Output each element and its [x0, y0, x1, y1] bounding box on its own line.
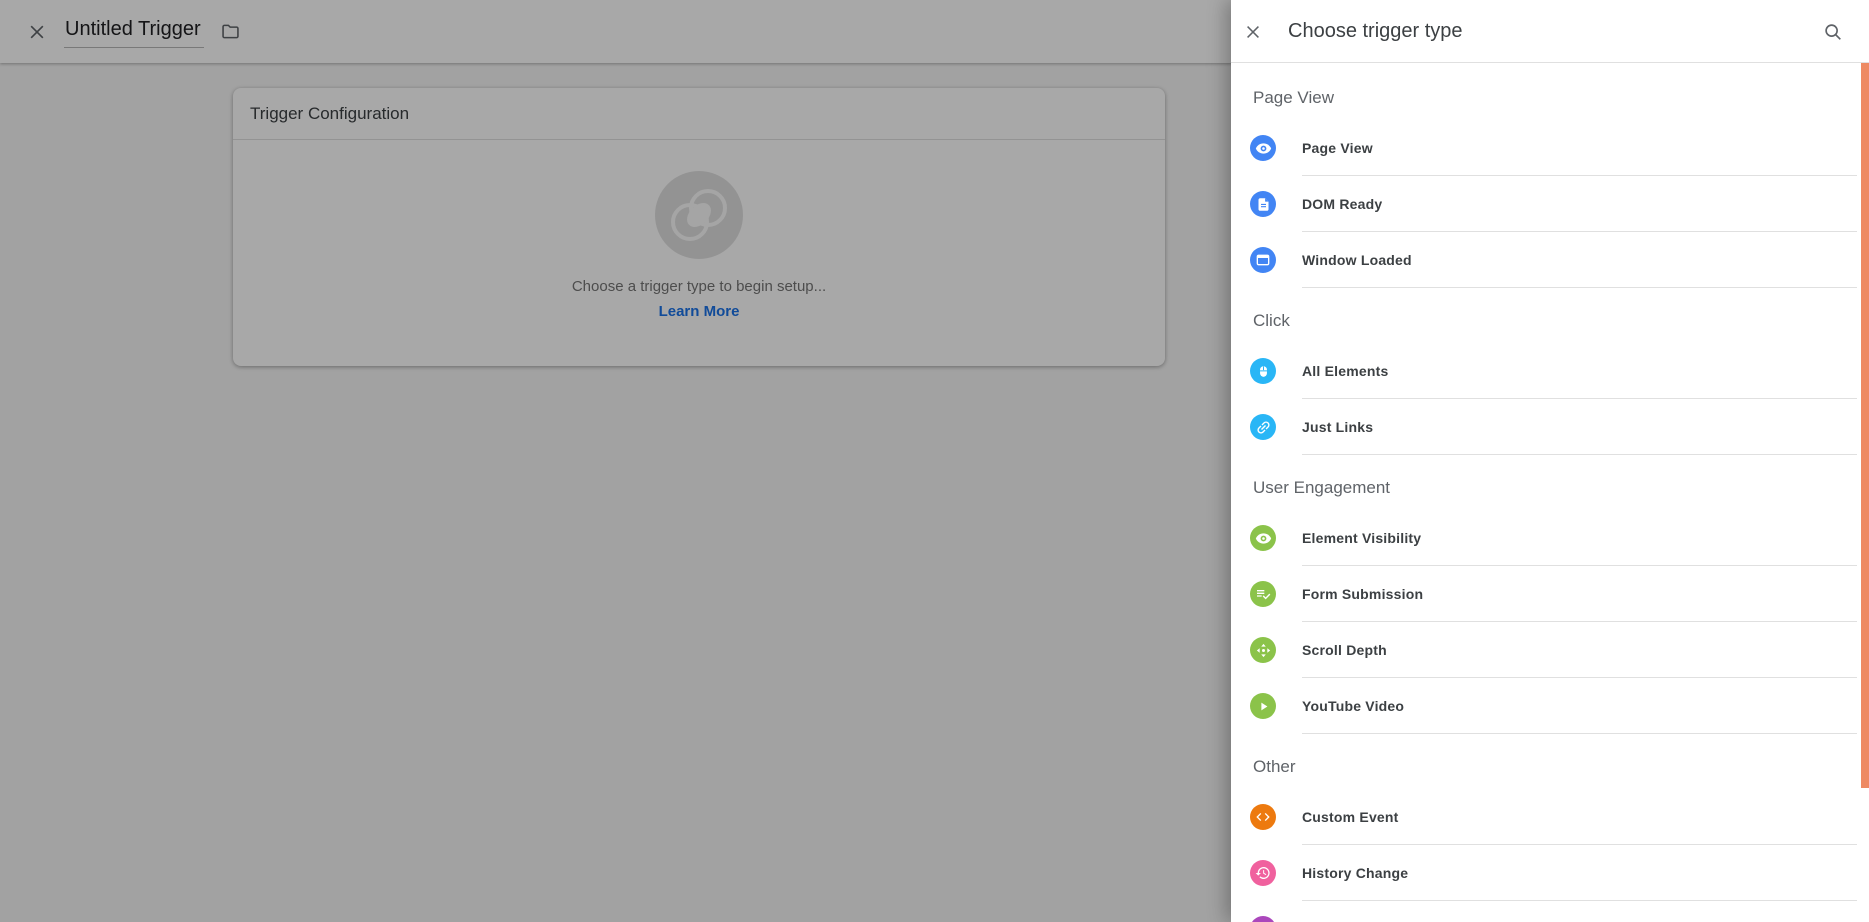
play-icon [1250, 693, 1276, 719]
trigger-item-scroll-depth[interactable]: Scroll Depth [1231, 622, 1869, 678]
trigger-item-youtube-video[interactable]: YouTube Video [1231, 678, 1869, 734]
section-title: Click [1231, 310, 1869, 332]
trigger-section: Click All Elements Just Links [1231, 310, 1869, 455]
trigger-item-label: All Elements [1302, 363, 1388, 379]
trigger-section: User Engagement Element Visibility Form … [1231, 477, 1869, 734]
trigger-item-partial[interactable] [1231, 901, 1869, 922]
section-title: Other [1231, 756, 1869, 778]
trigger-item-all-elements[interactable]: All Elements [1231, 343, 1869, 399]
partial-circle-icon [1250, 916, 1276, 922]
trigger-item-history-change[interactable]: History Change [1231, 845, 1869, 901]
link-icon [1250, 414, 1276, 440]
trigger-item-element-visibility[interactable]: Element Visibility [1231, 510, 1869, 566]
trigger-item-label: DOM Ready [1302, 196, 1382, 212]
trigger-item-label: Element Visibility [1302, 530, 1421, 546]
trigger-item-label: Just Links [1302, 419, 1373, 435]
mouse-icon [1250, 358, 1276, 384]
panel-header: Choose trigger type [1231, 0, 1869, 63]
trigger-item-label: Window Loaded [1302, 252, 1412, 268]
trigger-item-page-view[interactable]: Page View [1231, 120, 1869, 176]
trigger-section: Page View Page View DOM Ready Window Loa… [1231, 87, 1869, 288]
choose-trigger-type-panel: Choose trigger type Page View Page View … [1231, 0, 1869, 922]
trigger-item-custom-event[interactable]: Custom Event [1231, 789, 1869, 845]
form-check-icon [1250, 581, 1276, 607]
close-icon[interactable] [1240, 19, 1266, 45]
trigger-item-label: Page View [1302, 140, 1373, 156]
history-icon [1250, 860, 1276, 886]
section-title: User Engagement [1231, 477, 1869, 499]
trigger-item-label: Form Submission [1302, 586, 1423, 602]
trigger-item-form-submission[interactable]: Form Submission [1231, 566, 1869, 622]
search-icon[interactable] [1820, 19, 1846, 45]
code-icon [1250, 804, 1276, 830]
section-title: Page View [1231, 87, 1869, 109]
panel-title: Choose trigger type [1288, 0, 1463, 63]
trigger-type-list: Page View Page View DOM Ready Window Loa… [1231, 64, 1869, 922]
trigger-item-dom-ready[interactable]: DOM Ready [1231, 176, 1869, 232]
trigger-item-label: Custom Event [1302, 809, 1399, 825]
trigger-section: Other Custom Event History Change [1231, 756, 1869, 922]
window-icon [1250, 247, 1276, 273]
document-icon [1250, 191, 1276, 217]
scroll-arrows-icon [1250, 637, 1276, 663]
trigger-item-label: Scroll Depth [1302, 642, 1387, 658]
trigger-item-window-loaded[interactable]: Window Loaded [1231, 232, 1869, 288]
trigger-item-just-links[interactable]: Just Links [1231, 399, 1869, 455]
scrollbar-thumb[interactable] [1861, 63, 1869, 788]
trigger-item-label: History Change [1302, 865, 1408, 881]
trigger-item-label: YouTube Video [1302, 698, 1404, 714]
gtm-trigger-editor: Untitled Trigger Trigger Configuration C… [0, 0, 1869, 922]
eye-icon [1250, 135, 1276, 161]
dim-overlay [0, 0, 1231, 922]
eye-icon [1250, 525, 1276, 551]
